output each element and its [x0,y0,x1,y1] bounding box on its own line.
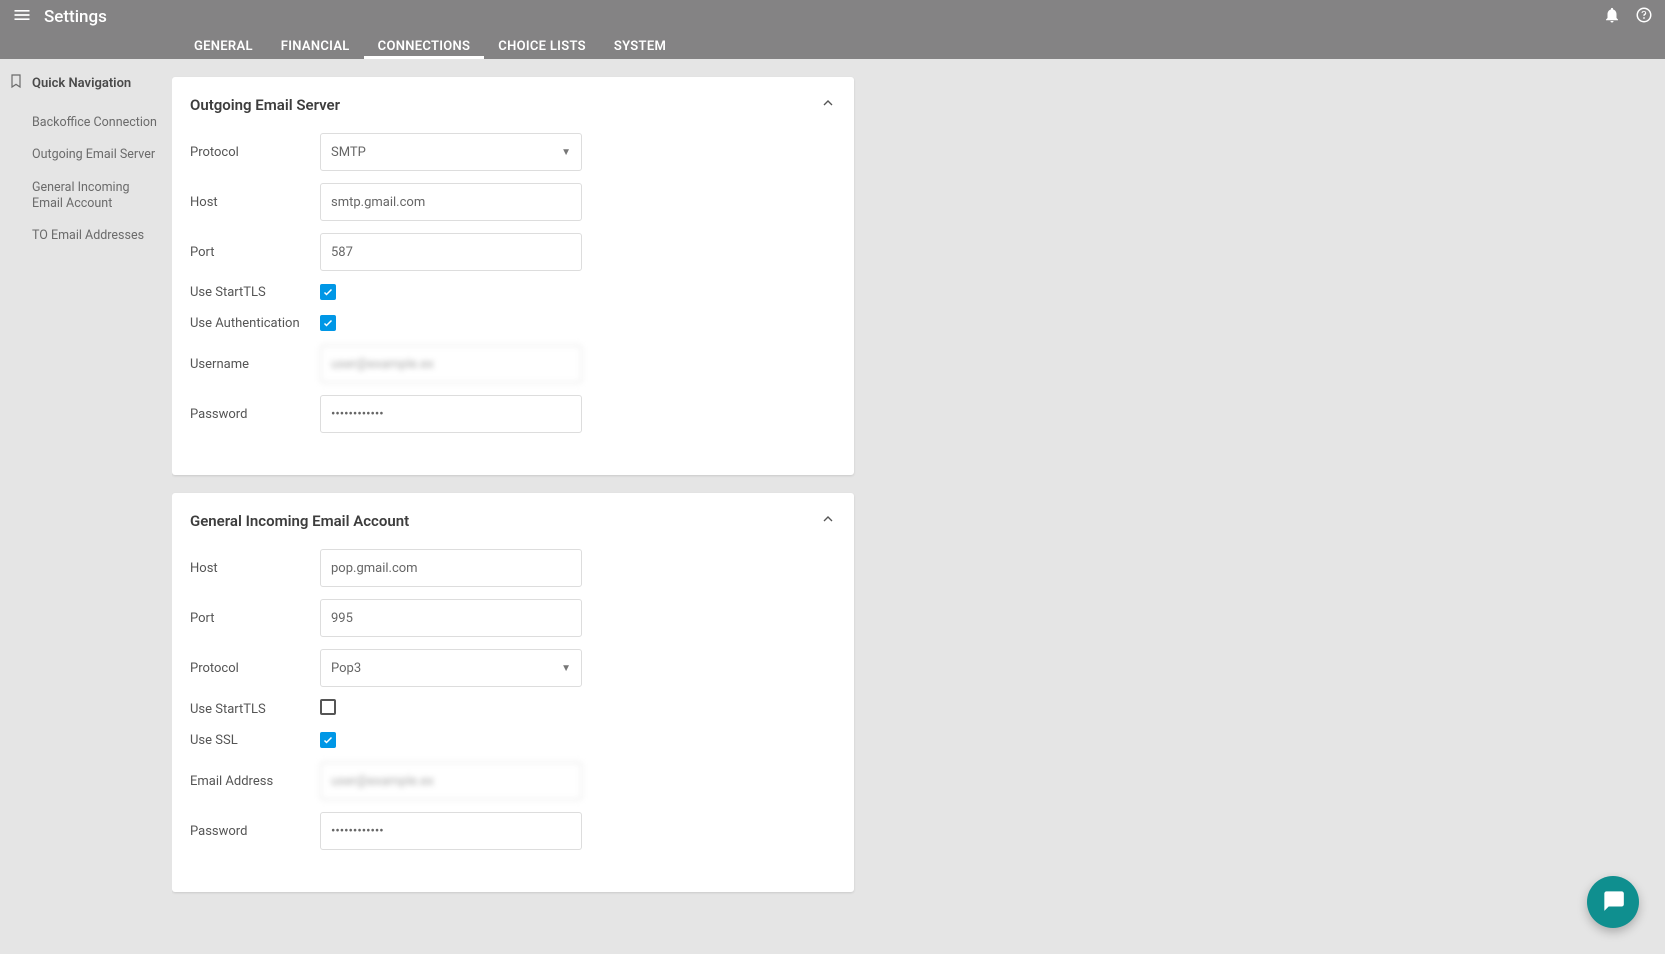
label-outgoing-auth: Use Authentication [190,316,320,331]
label-incoming-host: Host [190,561,320,576]
input-incoming-password[interactable]: •••••••••••• [320,812,582,850]
label-outgoing-starttls: Use StartTLS [190,285,320,300]
select-incoming-protocol-value: Pop3 [331,661,361,676]
main: Outgoing Email Server Protocol SMTP ▼ Ho… [172,59,1665,954]
topbar-right [1603,6,1653,28]
row-incoming-ssl: Use SSL [190,731,836,750]
input-incoming-email[interactable]: user@example.ex [320,762,582,800]
checkbox-outgoing-starttls[interactable] [320,284,336,300]
label-incoming-protocol: Protocol [190,661,320,676]
tab-general[interactable]: GENERAL [180,33,267,59]
card-outgoing-title: Outgoing Email Server [190,96,340,114]
row-incoming-port: Port 995 [190,599,836,637]
help-icon[interactable] [1635,6,1653,28]
card-outgoing: Outgoing Email Server Protocol SMTP ▼ Ho… [172,77,854,475]
caret-down-icon: ▼ [561,663,571,674]
row-outgoing-port: Port 587 [190,233,836,271]
bell-icon[interactable] [1603,6,1621,28]
tabbar: GENERAL FINANCIAL CONNECTIONS CHOICE LIS… [0,33,1665,59]
bookmark-icon [8,73,24,93]
label-incoming-starttls: Use StartTLS [190,702,320,717]
row-outgoing-username: Username user@example.ex [190,345,836,383]
card-incoming-header: General Incoming Email Account [190,511,836,531]
chat-fab[interactable] [1587,876,1639,928]
topbar: Settings [0,0,1665,33]
checkbox-incoming-ssl[interactable] [320,732,336,748]
input-outgoing-port[interactable]: 587 [320,233,582,271]
label-outgoing-port: Port [190,245,320,260]
label-incoming-ssl: Use SSL [190,733,320,748]
select-outgoing-protocol[interactable]: SMTP ▼ [320,133,582,171]
label-outgoing-protocol: Protocol [190,145,320,160]
tab-system[interactable]: SYSTEM [600,33,680,59]
row-incoming-host: Host pop.gmail.com [190,549,836,587]
row-outgoing-password: Password •••••••••••• [190,395,836,433]
input-outgoing-password[interactable]: •••••••••••• [320,395,582,433]
row-incoming-starttls: Use StartTLS [190,699,836,719]
checkbox-outgoing-auth[interactable] [320,315,336,331]
sidebar-item-outgoing[interactable]: Outgoing Email Server [8,139,162,171]
sidebar: Quick Navigation Backoffice Connection O… [0,59,172,954]
label-incoming-email: Email Address [190,774,320,789]
row-outgoing-starttls: Use StartTLS [190,283,836,302]
input-outgoing-host[interactable]: smtp.gmail.com [320,183,582,221]
label-outgoing-username: Username [190,357,320,372]
row-incoming-email: Email Address user@example.ex [190,762,836,800]
row-outgoing-auth: Use Authentication [190,314,836,333]
chevron-up-icon[interactable] [820,95,836,115]
tab-connections[interactable]: CONNECTIONS [364,33,485,59]
topbar-left: Settings [12,5,107,29]
row-outgoing-host: Host smtp.gmail.com [190,183,836,221]
caret-down-icon: ▼ [561,147,571,158]
input-incoming-host[interactable]: pop.gmail.com [320,549,582,587]
sidebar-item-incoming[interactable]: General Incoming Email Account [8,172,162,221]
sidebar-heading-label: Quick Navigation [32,76,131,91]
tab-choice-lists[interactable]: CHOICE LISTS [484,33,600,59]
card-incoming-title: General Incoming Email Account [190,512,409,530]
sidebar-heading: Quick Navigation [8,73,162,93]
card-incoming: General Incoming Email Account Host pop.… [172,493,854,892]
label-outgoing-host: Host [190,195,320,210]
page-title: Settings [44,7,107,27]
menu-icon[interactable] [12,5,32,29]
tab-financial[interactable]: FINANCIAL [267,33,364,59]
input-incoming-port[interactable]: 995 [320,599,582,637]
chevron-up-icon[interactable] [820,511,836,531]
input-outgoing-username[interactable]: user@example.ex [320,345,582,383]
label-incoming-password: Password [190,824,320,839]
sidebar-item-to-addresses[interactable]: TO Email Addresses [8,220,162,252]
label-outgoing-password: Password [190,407,320,422]
row-incoming-password: Password •••••••••••• [190,812,836,850]
sidebar-item-backoffice[interactable]: Backoffice Connection [8,107,162,139]
label-incoming-port: Port [190,611,320,626]
row-outgoing-protocol: Protocol SMTP ▼ [190,133,836,171]
checkbox-incoming-starttls[interactable] [320,699,336,715]
row-incoming-protocol: Protocol Pop3 ▼ [190,649,836,687]
card-outgoing-header: Outgoing Email Server [190,95,836,115]
select-incoming-protocol[interactable]: Pop3 ▼ [320,649,582,687]
content: Quick Navigation Backoffice Connection O… [0,59,1665,954]
chat-icon [1600,887,1626,917]
select-outgoing-protocol-value: SMTP [331,145,366,160]
